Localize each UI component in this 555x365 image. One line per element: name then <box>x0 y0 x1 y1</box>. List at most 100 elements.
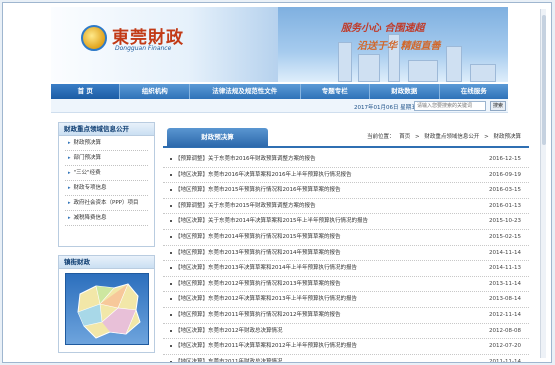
article-date: 2016-01-13 <box>489 202 521 209</box>
nav-topics[interactable]: 专题专栏 <box>301 84 371 99</box>
breadcrumb-home[interactable]: 首页 <box>399 134 410 140</box>
article-date: 2016-09-19 <box>489 171 521 178</box>
page-scrollbar[interactable] <box>540 9 546 358</box>
list-item: 【地区决算】东莞市2012年决算草案和2013年上半年预算执行情况的报告 2013… <box>163 292 529 308</box>
article-link[interactable]: 【地区决算】东莞市2012年决算草案和2013年上半年预算执行情况的报告 <box>175 292 357 307</box>
nav-organization[interactable]: 组织机构 <box>120 84 190 99</box>
article-date: 2016-03-15 <box>489 187 521 194</box>
bullet-icon <box>170 173 172 176</box>
article-link[interactable]: 【地区预算】东莞市2013年预算执行情况和2014年预算草案的报告 <box>175 246 341 261</box>
article-link[interactable]: 【预算调整】关于东莞市2015年财政预算调整方案的报告 <box>175 199 316 214</box>
article-date: 2016-12-15 <box>489 156 521 162</box>
sidebar-item-three-public[interactable]: "三公"经费 <box>65 166 148 181</box>
article-date: 2012-08-08 <box>489 327 521 334</box>
nav-finance-data[interactable]: 财政数据 <box>370 84 440 99</box>
article-link[interactable]: 【地区决算】东莞市2011年决算草案和2012年上半年预算执行情况的报告 <box>175 339 357 354</box>
article-date: 2013-08-14 <box>489 296 521 303</box>
bullet-icon <box>170 329 172 332</box>
breadcrumb-separator: > <box>415 134 420 140</box>
list-item: 【地区决算】关于东莞市2014年决算草案和2015年上半年预算执行情况的报告 20… <box>163 214 529 230</box>
bullet-icon <box>170 220 172 223</box>
article-link[interactable]: 【地区预算】东莞市2011年预算执行情况和2012年预算草案的报告 <box>175 308 341 323</box>
bullet-icon <box>170 158 172 160</box>
list-item: 【地区决算】东莞市2016年决算草案和2016年上半年预算执行情况报告 2016-… <box>163 168 529 184</box>
article-link[interactable]: 【地区决算】东莞市2013年决算草案和2014年上半年预算执行情况的报告 <box>175 261 357 276</box>
nav-online-service[interactable]: 在线服务 <box>440 84 508 99</box>
breadcrumb: 当前位置： 首页 > 财政重点领域信息公开 > 财政预决算 <box>364 132 521 140</box>
banner-slogan-1: 服务小心 合围速超 <box>341 23 425 34</box>
article-date: 2012-11-14 <box>489 311 521 318</box>
map-shape-icon <box>77 283 141 339</box>
tab-budget[interactable]: 财政预决算 <box>167 128 268 147</box>
search-input[interactable] <box>414 101 486 111</box>
article-date: 2015-10-23 <box>489 218 521 225</box>
breadcrumb-separator: > <box>484 134 489 140</box>
list-item: 【地区预算】东莞市2015年预算执行情况和2016年预算草案的报告 2016-03… <box>163 183 529 199</box>
sidebar-item-tax-cut[interactable]: 减税降费信息 <box>65 211 148 226</box>
site-banner: 東莞財政 Dongguan Finance 服务小心 合围速超 沿送于华 精超直… <box>51 7 508 82</box>
bullet-icon <box>170 235 172 238</box>
article-date: 2014-11-13 <box>489 265 521 272</box>
scrollbar-thumb[interactable] <box>542 15 546 145</box>
bullet-icon <box>170 267 172 270</box>
article-link[interactable]: 【地区决算】东莞市2011年财政总决算情况 <box>175 355 283 362</box>
main-content: 财政预决算 当前位置： 首页 > 财政重点领域信息公开 > 财政预决算 【预算调… <box>163 122 529 363</box>
town-map-image[interactable] <box>65 273 149 345</box>
bullet-icon <box>170 360 172 362</box>
main-nav: 首 页 组织机构 法律法规及规范性文件 专题专栏 财政数据 在线服务 <box>51 84 508 99</box>
building-shape <box>446 46 462 82</box>
search-button[interactable]: 搜索 <box>490 101 506 111</box>
article-link[interactable]: 【预算调整】关于东莞市2016年财政预算调整方案的报告 <box>175 152 316 167</box>
bullet-icon <box>170 189 172 192</box>
list-item: 【地区预算】东莞市2014年预算执行情况和2015年预算草案的报告 2015-02… <box>163 230 529 246</box>
breadcrumb-info-disclosure[interactable]: 财政重点领域信息公开 <box>424 134 479 140</box>
article-link[interactable]: 【地区决算】东莞市2012年财政总决算情况 <box>175 324 283 339</box>
article-date: 2014-11-14 <box>489 249 521 256</box>
current-date: 2017年01月06日 星期五 <box>354 105 417 111</box>
sidebar-item-budget[interactable]: 财政预决算 <box>65 136 148 151</box>
list-item: 【预算调整】关于东莞市2015年财政预算调整方案的报告 2016-01-13 <box>163 199 529 215</box>
article-link[interactable]: 【地区预算】东莞市2012年预算执行情况和2013年预算草案的报告 <box>175 277 341 292</box>
bullet-icon <box>170 282 172 285</box>
sidebar-item-ppp[interactable]: 政府社会资本（PPP）项目 <box>65 196 148 211</box>
nav-home[interactable]: 首 页 <box>51 84 121 99</box>
sidebar-item-special-funds[interactable]: 财政专项信息 <box>65 181 148 196</box>
bullet-icon <box>170 298 172 301</box>
bullet-icon <box>170 313 172 316</box>
bullet-icon <box>170 251 172 254</box>
building-shape <box>408 60 438 82</box>
page-frame: 東莞財政 Dongguan Finance 服务小心 合围速超 沿送于华 精超直… <box>2 2 552 363</box>
building-shape <box>358 54 380 82</box>
list-item: 【地区决算】东莞市2013年决算草案和2014年上半年预算执行情况的报告 2014… <box>163 261 529 277</box>
building-shape <box>470 64 496 82</box>
article-link[interactable]: 【地区预算】东莞市2015年预算执行情况和2016年预算草案的报告 <box>175 183 341 198</box>
banner-slogan-2: 沿送于华 精超直善 <box>357 41 441 52</box>
sidebar-item-dept-budget[interactable]: 部门预决算 <box>65 151 148 166</box>
bullet-icon <box>170 345 172 348</box>
content-tab-bar: 财政预决算 当前位置： 首页 > 财政重点领域信息公开 > 财政预决算 <box>163 122 529 148</box>
list-item: 【地区预算】东莞市2013年预算执行情况和2014年预算草案的报告 2014-11… <box>163 246 529 262</box>
list-item: 【地区预算】东莞市2011年预算执行情况和2012年预算草案的报告 2012-11… <box>163 308 529 324</box>
list-item: 【预算调整】关于东莞市2016年财政预算调整方案的报告 2016-12-15 <box>163 152 529 168</box>
list-item: 【地区决算】东莞市2011年财政总决算情况 2011-11-14 <box>163 355 529 363</box>
breadcrumb-label: 当前位置： <box>366 134 395 140</box>
article-date: 2011-11-14 <box>489 358 521 363</box>
logo-subtitle: Dongguan Finance <box>115 45 172 52</box>
date-search-bar: 2017年01月06日 星期五 搜索 <box>51 99 508 113</box>
list-item: 【地区决算】东莞市2012年财政总决算情况 2012-08-08 <box>163 324 529 340</box>
map-panel-title: 镇街财政 <box>59 256 154 269</box>
bullet-icon <box>170 204 172 207</box>
article-link[interactable]: 【地区预算】东莞市2014年预算执行情况和2015年预算草案的报告 <box>175 230 341 245</box>
article-link[interactable]: 【地区决算】关于东莞市2014年决算草案和2015年上半年预算执行情况的报告 <box>175 214 368 229</box>
article-list: 【预算调整】关于东莞市2016年财政预算调整方案的报告 2016-12-15 【地… <box>163 152 529 363</box>
nav-laws[interactable]: 法律法规及规范性文件 <box>190 84 301 99</box>
sidebar-info-panel: 财政重点领域信息公开 财政预决算 部门预决算 "三公"经费 财政专项信息 政府社… <box>58 122 155 247</box>
article-date: 2015-02-15 <box>489 233 521 240</box>
building-shape <box>338 42 352 82</box>
sidebar-title: 财政重点领域信息公开 <box>59 123 154 136</box>
article-link[interactable]: 【地区决算】东莞市2016年决算草案和2016年上半年预算执行情况报告 <box>175 168 352 183</box>
logo-icon <box>81 25 107 51</box>
list-item: 【地区决算】东莞市2011年决算草案和2012年上半年预算执行情况的报告 2012… <box>163 339 529 355</box>
breadcrumb-current: 财政预决算 <box>493 134 521 140</box>
article-date: 2012-07-20 <box>489 343 521 350</box>
